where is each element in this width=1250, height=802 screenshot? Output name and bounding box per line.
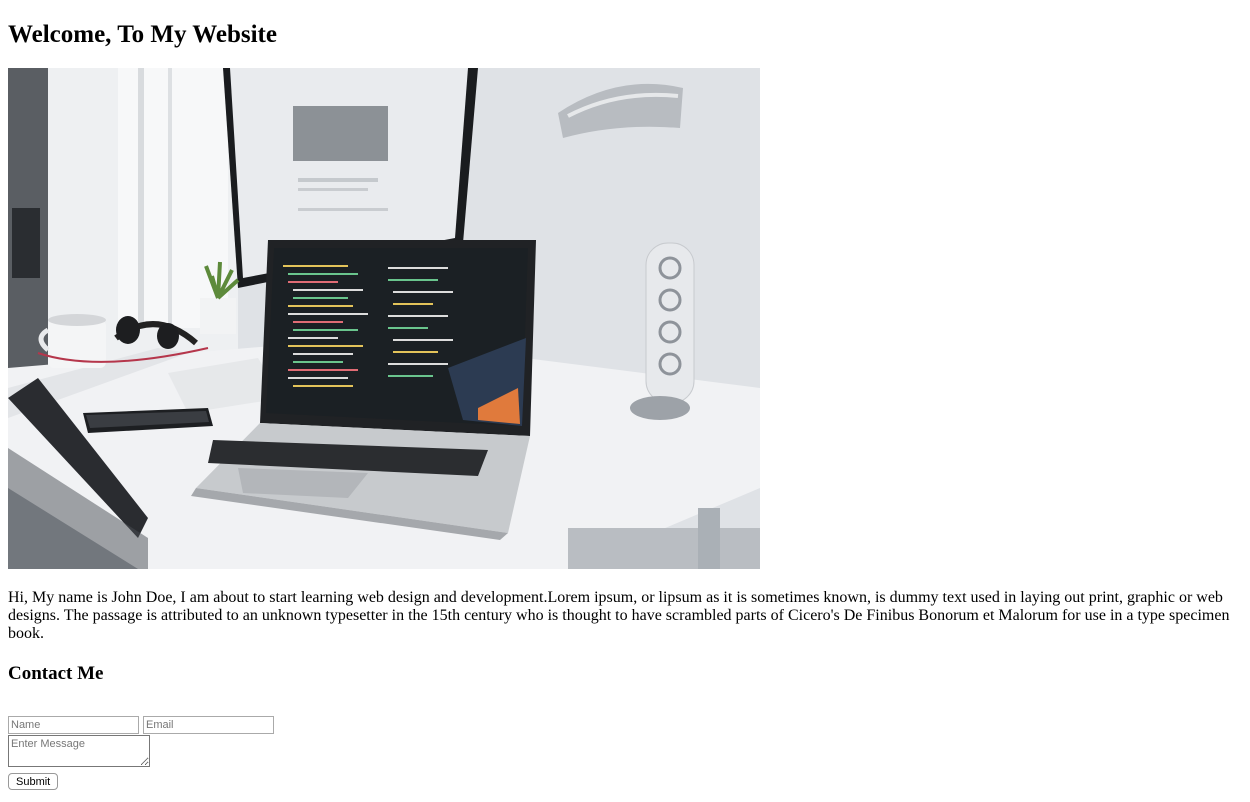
message-textarea[interactable]: [8, 735, 150, 767]
name-input[interactable]: [8, 716, 139, 734]
contact-heading: Contact Me: [8, 663, 104, 684]
intro-paragraph: Hi, My name is John Doe, I am about to s…: [8, 589, 1230, 642]
email-input[interactable]: [143, 716, 274, 734]
contact-form: Submit: [8, 716, 1242, 790]
page: Welcome, To My Website Hi, My name is Jo…: [0, 0, 1250, 790]
hero-image: [8, 68, 760, 569]
submit-button[interactable]: Submit: [8, 773, 59, 790]
contact-fields-row: [8, 716, 1242, 735]
page-title: Welcome, To My Website: [8, 21, 277, 48]
